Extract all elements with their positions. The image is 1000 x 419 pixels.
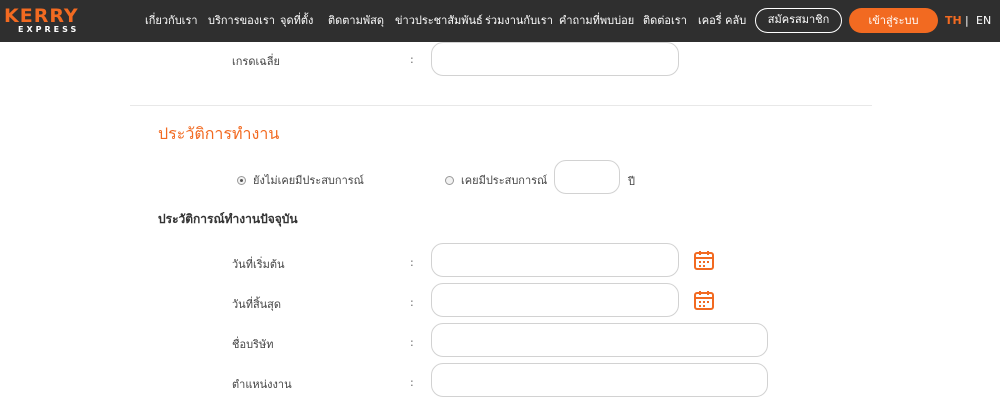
- logo-text: KERRY: [4, 5, 79, 27]
- nav-locations[interactable]: จุดที่ตั้ง: [280, 0, 313, 42]
- calendar-icon[interactable]: [694, 250, 714, 270]
- position-colon: :: [410, 376, 414, 389]
- nav-news[interactable]: ข่าวประชาสัมพันธ์: [395, 0, 483, 42]
- company-input[interactable]: [431, 323, 768, 357]
- company-label: ชื่อบริษัท: [232, 338, 274, 351]
- radio-has-experience[interactable]: เคยมีประสบการณ์: [445, 171, 547, 189]
- end-date-input[interactable]: [431, 283, 679, 317]
- logo-subtext: EXPRESS: [18, 25, 80, 34]
- section-divider: [130, 105, 872, 106]
- experience-years-input[interactable]: [554, 160, 620, 194]
- end-date-colon: :: [410, 296, 414, 309]
- nav-services[interactable]: บริการของเรา: [208, 0, 275, 42]
- end-date-label: วันที่สิ้นสุด: [232, 298, 282, 311]
- radio-no-experience[interactable]: ยังไม่เคยมีประสบการณ์: [237, 171, 364, 189]
- kerry-express-logo[interactable]: KERRY EXPRESS: [4, 6, 110, 36]
- gpa-colon: :: [410, 53, 414, 66]
- start-date-label: วันที่เริ่มต้น: [232, 258, 285, 271]
- nav-about-us[interactable]: เกี่ยวกับเรา: [145, 0, 198, 42]
- company-colon: :: [410, 336, 414, 349]
- login-button[interactable]: เข้าสู่ระบบ: [849, 8, 938, 33]
- radio-no-experience-label: ยังไม่เคยมีประสบการณ์: [253, 174, 364, 187]
- nav-track-parcel[interactable]: ติดตามพัสดุ: [328, 0, 384, 42]
- lang-separator: |: [965, 14, 969, 27]
- start-date-input[interactable]: [431, 243, 679, 277]
- radio-has-experience-label: เคยมีประสบการณ์: [461, 174, 548, 187]
- register-button[interactable]: สมัครสมาชิก: [755, 8, 842, 33]
- calendar-icon[interactable]: [694, 290, 714, 310]
- nav-kerry-club[interactable]: เคอรี่ คลับ: [698, 0, 746, 42]
- gpa-input[interactable]: [431, 42, 679, 76]
- work-history-title: ประวัติการทำงาน: [158, 124, 280, 143]
- nav-careers[interactable]: ร่วมงานกับเรา: [485, 0, 553, 42]
- nav-contact[interactable]: ติดต่อเรา: [643, 0, 687, 42]
- top-navigation-bar: KERRY EXPRESS เกี่ยวกับเรา บริการของเรา …: [0, 0, 1000, 42]
- position-label: ตำแหน่งงาน: [232, 378, 292, 391]
- gpa-label: เกรดเฉลี่ย: [232, 55, 280, 68]
- position-input[interactable]: [431, 363, 768, 397]
- lang-en-link[interactable]: EN: [976, 0, 991, 42]
- years-unit-label: ปี: [628, 175, 635, 188]
- start-date-colon: :: [410, 256, 414, 269]
- lang-th-link[interactable]: TH: [945, 0, 962, 42]
- current-job-title: ประวัติการณ์ทำงานปัจจุบัน: [158, 212, 298, 226]
- radio-button-checked[interactable]: [237, 175, 246, 185]
- nav-faq[interactable]: คำถามที่พบบ่อย: [559, 0, 634, 42]
- radio-button-unchecked[interactable]: [445, 175, 454, 185]
